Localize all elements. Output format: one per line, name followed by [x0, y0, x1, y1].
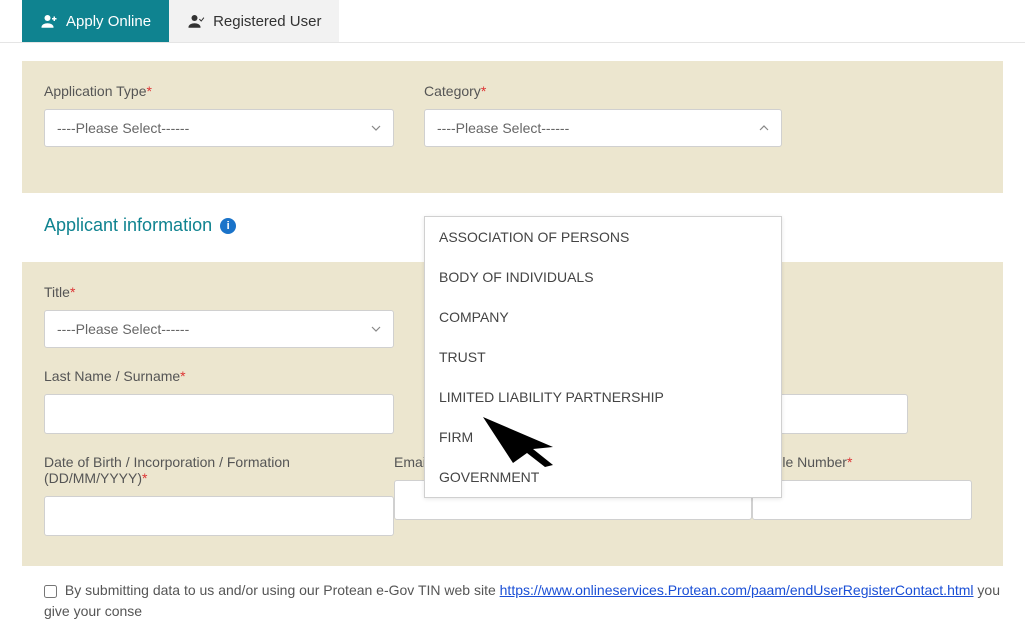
chevron-down-icon — [371, 123, 381, 133]
tabs: Apply Online Registered User — [0, 0, 1025, 43]
category-option[interactable]: LIMITED LIABILITY PARTNERSHIP — [425, 377, 781, 417]
title-select[interactable]: ----Please Select------ — [44, 310, 394, 348]
last-name-input[interactable] — [44, 394, 394, 434]
category-option[interactable]: BODY OF INDIVIDUALS — [425, 257, 781, 297]
category-option[interactable]: ASSOCIATION OF PERSONS — [425, 217, 781, 257]
title-value: ----Please Select------ — [57, 321, 189, 337]
section-title-text: Applicant information — [44, 215, 212, 236]
application-type-select[interactable]: ----Please Select------ — [44, 109, 394, 147]
consent-prefix: By submitting data to us and/or using ou… — [65, 582, 500, 598]
title-label: Title* — [44, 284, 424, 300]
info-icon[interactable]: i — [220, 218, 236, 234]
category-option[interactable]: TRUST — [425, 337, 781, 377]
person-check-icon — [187, 12, 205, 30]
consent-checkbox[interactable] — [44, 585, 57, 598]
application-type-label: Application Type* — [44, 83, 424, 99]
mobile-label: Mobile Number* — [752, 454, 981, 470]
tab-apply-online[interactable]: Apply Online — [22, 0, 169, 42]
category-option[interactable]: GOVERNMENT — [425, 457, 781, 497]
last-name-label: Last Name / Surname* — [44, 368, 394, 384]
chevron-up-icon — [759, 123, 769, 133]
category-value: ----Please Select------ — [437, 120, 569, 136]
dob-label: Date of Birth / Incorporation / Formatio… — [44, 454, 394, 486]
tab-registered-user-label: Registered User — [213, 13, 321, 30]
category-option[interactable]: COMPANY — [425, 297, 781, 337]
category-select[interactable]: ----Please Select------ — [424, 109, 782, 147]
chevron-down-icon — [371, 324, 381, 334]
top-form-block: Application Type* ----Please Select-----… — [22, 61, 1003, 193]
dob-input[interactable] — [44, 496, 394, 536]
tab-registered-user[interactable]: Registered User — [169, 0, 339, 42]
consent-text: By submitting data to us and/or using ou… — [0, 566, 1025, 622]
mobile-input[interactable] — [752, 480, 972, 520]
category-label: Category* — [424, 83, 804, 99]
person-plus-icon — [40, 12, 58, 30]
application-type-value: ----Please Select------ — [57, 120, 189, 136]
tab-apply-online-label: Apply Online — [66, 13, 151, 30]
category-option[interactable]: FIRM — [425, 417, 781, 457]
consent-link[interactable]: https://www.onlineservices.Protean.com/p… — [500, 582, 974, 598]
category-dropdown-panel: ASSOCIATION OF PERSONS BODY OF INDIVIDUA… — [424, 216, 782, 498]
